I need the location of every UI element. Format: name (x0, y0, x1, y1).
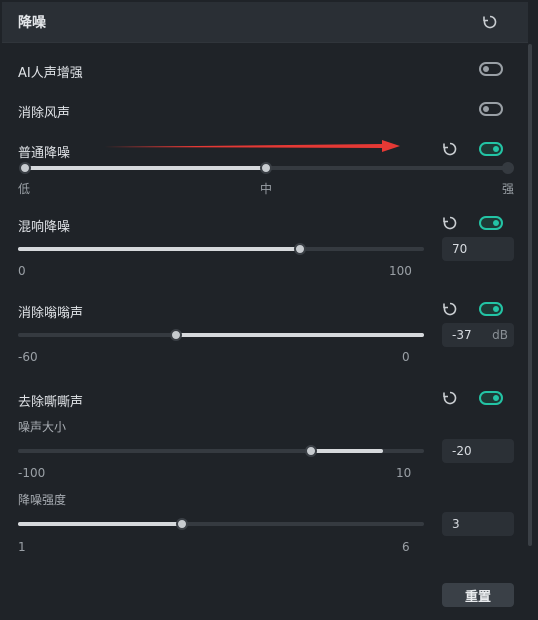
panel-header: 降噪 (2, 2, 528, 43)
hum-unit: dB (492, 328, 508, 342)
hum-max-label: 0 (402, 350, 410, 364)
normal-denoise-label: 普通降噪 (18, 146, 71, 161)
panel-title: 降噪 (18, 15, 46, 31)
reverb-value: 70 (452, 242, 468, 256)
normal-mid-label: 中 (260, 182, 273, 196)
normal-max-label: 强 (502, 182, 515, 196)
hum-thumb[interactable] (170, 329, 182, 341)
toggle-knob (483, 106, 489, 112)
hiss-toggle[interactable] (479, 391, 503, 405)
strength-value-field[interactable]: 3 (442, 512, 514, 536)
strength-value: 3 (452, 517, 460, 531)
denoise-panel: 降噪 AI人声增强 消除风声 普通降噪 低 中 强 混响降噪 0 100 70 … (0, 0, 538, 620)
hum-reset-icon[interactable] (442, 301, 458, 317)
strength-fill (18, 522, 180, 526)
hum-toggle[interactable] (479, 302, 503, 316)
noise-size-track[interactable] (18, 449, 424, 453)
reverb-max-label: 100 (389, 264, 412, 278)
hum-value-field[interactable]: -37 dB (442, 323, 514, 347)
normal-min-label: 低 (18, 182, 31, 196)
strength-track[interactable] (18, 522, 424, 526)
strength-thumb[interactable] (176, 518, 188, 530)
strength-label: 降噪强度 (18, 493, 67, 507)
reverb-label: 混响降噪 (18, 220, 71, 235)
toggle-knob (483, 66, 489, 72)
hiss-reset-icon[interactable] (442, 390, 458, 406)
ai-voice-toggle[interactable] (479, 62, 503, 76)
reverb-reset-icon[interactable] (442, 215, 458, 231)
strength-min-label: 1 (18, 540, 26, 554)
hum-fill (176, 333, 424, 337)
red-arrow-annotation (104, 140, 400, 152)
ai-voice-label: AI人声增强 (18, 66, 83, 81)
noise-size-min-label: -100 (18, 466, 46, 480)
hiss-label: 去除嘶嘶声 (18, 395, 84, 410)
noise-size-fill (311, 449, 383, 453)
normal-low-stop (19, 162, 31, 174)
hum-track[interactable] (18, 333, 424, 337)
normal-level-fill (24, 166, 266, 170)
normal-high-stop (502, 162, 514, 174)
noise-size-value-field[interactable]: -20 (442, 439, 514, 463)
reset-button[interactable]: 重置 (442, 583, 514, 607)
hum-value: -37 (452, 328, 472, 342)
reverb-toggle[interactable] (479, 216, 503, 230)
reverb-fill (18, 247, 300, 251)
noise-size-value: -20 (452, 444, 472, 458)
noise-size-label: 噪声大小 (18, 420, 67, 434)
normal-reset-icon[interactable] (442, 141, 458, 157)
noise-size-max-label: 10 (396, 466, 412, 480)
wind-label: 消除风声 (18, 106, 71, 121)
hum-min-label: -60 (18, 350, 38, 364)
noise-size-thumb[interactable] (305, 445, 317, 457)
reset-all-icon[interactable] (482, 14, 498, 30)
reverb-value-field[interactable]: 70 (442, 237, 514, 261)
reverb-min-label: 0 (18, 264, 26, 278)
toggle-knob (493, 395, 499, 401)
normal-level-thumb[interactable] (260, 162, 272, 174)
normal-denoise-toggle[interactable] (479, 142, 503, 156)
reverb-thumb[interactable] (294, 243, 306, 255)
strength-max-label: 6 (402, 540, 410, 554)
toggle-knob (493, 220, 499, 226)
reverb-track[interactable] (18, 247, 424, 251)
scrollbar[interactable] (528, 44, 532, 546)
toggle-knob (493, 146, 499, 152)
toggle-knob (493, 306, 499, 312)
wind-toggle[interactable] (479, 102, 503, 116)
hum-label: 消除嗡嗡声 (18, 306, 84, 321)
